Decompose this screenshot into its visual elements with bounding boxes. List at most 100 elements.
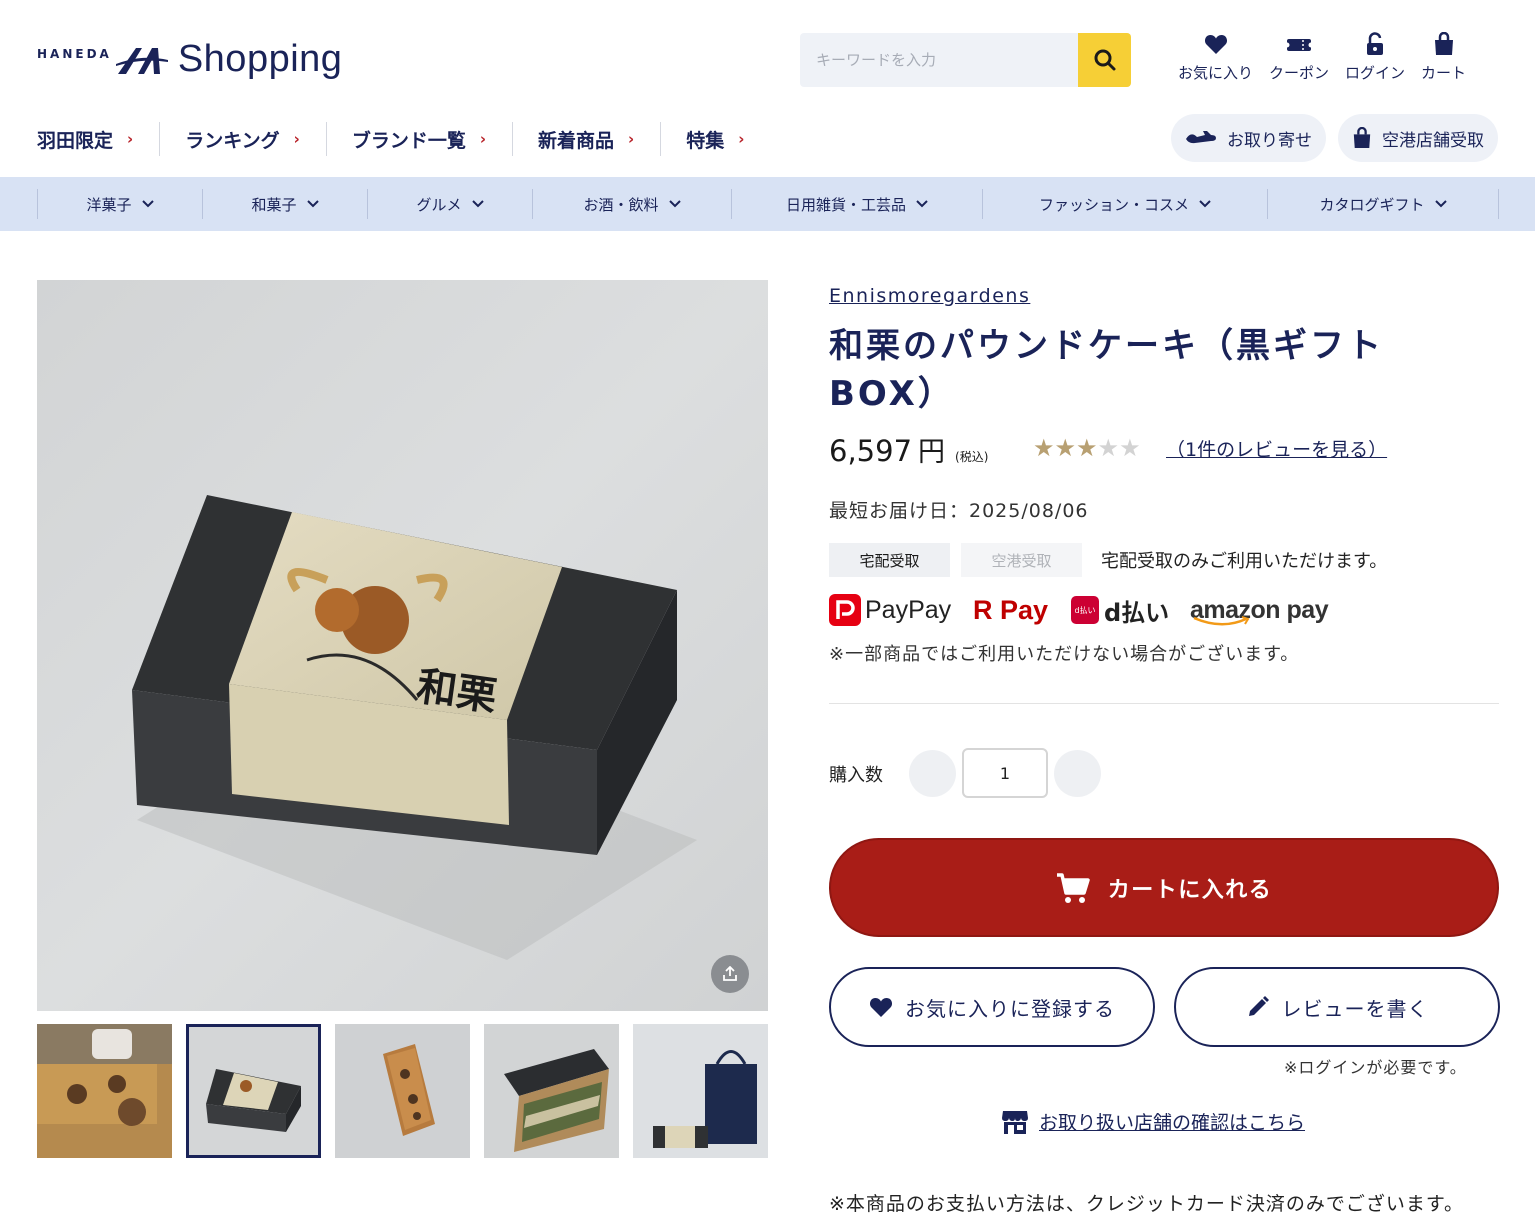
category-label: お酒・飲料: [583, 195, 659, 214]
logo-text: Shopping: [177, 38, 343, 80]
airplane-icon: [1186, 131, 1216, 144]
chevron-down-icon: [306, 200, 319, 208]
chevron-right-icon: ›: [738, 130, 745, 148]
star-empty-icon: ★: [1097, 434, 1120, 462]
share-button[interactable]: [711, 955, 749, 993]
section-divider: [829, 703, 1499, 704]
paypay-logo: PayPay: [829, 590, 951, 630]
category-label: ファッション・コスメ: [1038, 195, 1189, 214]
category-gourmet[interactable]: グルメ: [367, 189, 532, 219]
pencil-icon: [1248, 996, 1269, 1016]
product-title-line1: 和栗のパウンドケーキ（黒ギフト: [829, 326, 1384, 366]
nav-label: ランキング: [185, 129, 280, 152]
store-check-link[interactable]: お取り扱い店舗の確認はこちら: [1001, 1108, 1305, 1135]
nav-label: 特集: [686, 129, 725, 152]
logo-haneda: HANEDA: [37, 46, 112, 61]
thumbnail-strip: [37, 1024, 768, 1158]
thumbnail-3[interactable]: [335, 1024, 470, 1158]
payment-method-note: ※本商品のお支払い方法は、クレジットカード決済のみでございます。: [829, 1193, 1465, 1215]
category-drinks[interactable]: お酒・飲料: [532, 189, 731, 219]
tag-home-delivery: 宅配受取: [829, 543, 950, 577]
search-button[interactable]: [1078, 33, 1131, 87]
category-label: グルメ: [416, 195, 462, 214]
category-catalog-gift[interactable]: カタログギフト: [1267, 189, 1499, 219]
nav-haneda-limited[interactable]: 羽田限定 ›: [37, 122, 161, 156]
login-link[interactable]: ログイン: [1345, 32, 1405, 83]
bag-icon: [1353, 127, 1371, 148]
coupon-link[interactable]: クーポン: [1269, 32, 1329, 83]
nav-new-arrivals[interactable]: 新着商品 ›: [538, 122, 662, 156]
lock-icon: [1367, 32, 1384, 55]
category-fashion-cosme[interactable]: ファッション・コスメ: [982, 189, 1267, 219]
store-check-label: お取り扱い店舗の確認はこちら: [1039, 1112, 1306, 1134]
site-logo[interactable]: HANEDA Shopping: [37, 38, 342, 81]
star-filled-icon: ★: [1054, 434, 1077, 462]
brand-link[interactable]: Ennismoregardens: [829, 285, 1030, 307]
quantity-decrease-button[interactable]: [909, 750, 956, 797]
nav-ranking[interactable]: ランキング ›: [185, 122, 327, 156]
rpay-logo: R Pay: [973, 590, 1048, 630]
star-filled-icon: ★: [1076, 434, 1098, 462]
write-review-button[interactable]: レビューを書く: [1174, 967, 1500, 1047]
chevron-right-icon: ›: [293, 130, 300, 148]
add-favorite-label: お気に入りに登録する: [905, 996, 1115, 1021]
favorites-label: お気に入り: [1178, 64, 1254, 82]
price-value: 6,597: [829, 434, 913, 468]
delivery-order-button[interactable]: お取り寄せ: [1171, 114, 1326, 162]
coupon-icon: [1286, 39, 1313, 51]
bag-icon: [1434, 32, 1453, 55]
airport-pickup-button[interactable]: 空港店舗受取: [1338, 114, 1498, 162]
product-main-image[interactable]: 和栗: [37, 280, 768, 1011]
category-western-sweets[interactable]: 洋菓子: [37, 189, 202, 219]
category-label: カタログギフト: [1319, 195, 1425, 214]
chevron-right-icon: ›: [127, 130, 134, 148]
nav-label: 新着商品: [538, 129, 615, 152]
review-link[interactable]: （1件のレビューを見る）: [1166, 435, 1387, 462]
heart-icon: [1204, 35, 1227, 54]
chevron-down-icon: [916, 200, 928, 208]
category-bar: 洋菓子 和菓子 グルメ お酒・飲料 日用雑貨・工芸品 ファッション・コスメ カタ…: [0, 177, 1535, 231]
nav-features[interactable]: 特集 ›: [686, 122, 770, 156]
product-title: 和栗のパウンドケーキ（黒ギフト BOX）: [829, 322, 1429, 418]
category-japanese-sweets[interactable]: 和菓子: [202, 189, 367, 219]
favorites-link[interactable]: お気に入り: [1178, 32, 1253, 83]
thumbnail-4[interactable]: [484, 1024, 619, 1158]
thumbnail-5[interactable]: [633, 1024, 768, 1158]
gift-box-illustration: 和栗: [132, 495, 697, 960]
add-to-cart-button[interactable]: カートに入れる: [829, 838, 1499, 937]
price: 6,597 円 (税込): [829, 430, 988, 469]
login-required-note: ※ログインが必要です。: [1284, 1058, 1467, 1077]
nav-brands[interactable]: ブランド一覧 ›: [351, 122, 514, 156]
chevron-down-icon: [471, 200, 484, 208]
nav-label: 羽田限定: [37, 129, 114, 152]
quantity-increase-button[interactable]: [1054, 750, 1101, 797]
paypay-icon: [829, 594, 861, 626]
tag-airport-pickup: 空港受取: [961, 543, 1082, 577]
quantity-input[interactable]: [962, 748, 1048, 798]
nav-label: ブランド一覧: [351, 129, 466, 152]
coupon-label: クーポン: [1269, 64, 1330, 82]
airport-pickup-label: 空港店舗受取: [1382, 130, 1484, 151]
dbarai-icon: d払い: [1071, 596, 1099, 624]
add-favorite-button[interactable]: お気に入りに登録する: [829, 967, 1155, 1047]
category-label: 和菓子: [251, 195, 297, 214]
delivery-order-label: お取り寄せ: [1227, 130, 1312, 151]
search-bar: [800, 33, 1131, 87]
thumbnail-2[interactable]: [186, 1024, 321, 1158]
paypay-text: PayPay: [865, 595, 952, 624]
chevron-right-icon: ›: [479, 130, 487, 148]
search-icon: [1094, 49, 1115, 71]
thumbnail-image: [633, 1024, 768, 1158]
rating-stars: ★★★★★: [1033, 434, 1141, 462]
store-icon: [1002, 1110, 1028, 1134]
search-input[interactable]: [800, 33, 1078, 87]
main-nav: 羽田限定 › ランキング › ブランド一覧 › 新着商品 › 特集 ›: [37, 114, 795, 164]
quantity-label: 購入数: [829, 765, 883, 786]
thumbnail-image: [37, 1024, 172, 1158]
payment-note: ※一部商品ではご利用いただけない場合がございます。: [829, 644, 1300, 665]
login-label: ログイン: [1345, 64, 1406, 82]
cart-link[interactable]: カート: [1421, 32, 1466, 83]
thumbnail-1[interactable]: [37, 1024, 172, 1158]
category-goods-crafts[interactable]: 日用雑貨・工芸品: [731, 189, 982, 219]
dbarai-logo: d払い d払い: [1071, 590, 1169, 630]
